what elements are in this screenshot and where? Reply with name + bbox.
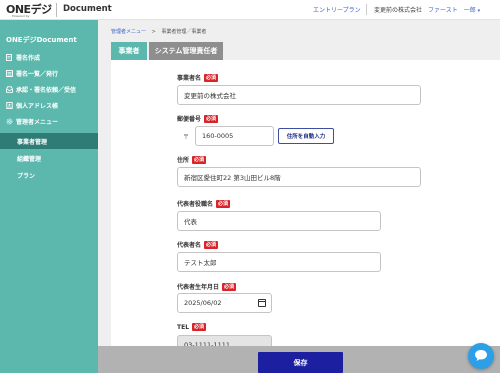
postal-code-input[interactable]: 160-0005	[195, 126, 274, 146]
address-input[interactable]: 新宿区愛住町22 第3山田ビル8階	[177, 167, 421, 187]
sidebar-item-business-management[interactable]: 事業者管理	[0, 133, 98, 149]
main-content: 管理者メニュー > 事業者管理／事業者 事業者 システム管理責任者 事業者名 必…	[98, 20, 500, 373]
sidebar-item-label: 承認・署名依頼／受信	[16, 86, 77, 94]
save-button[interactable]: 保存	[258, 352, 343, 373]
sidebar-item-label: 事業者管理	[17, 138, 48, 146]
breadcrumb-current: 事業者管理／事業者	[161, 29, 207, 35]
calendar-icon[interactable]	[258, 299, 266, 307]
required-badge: 必須	[216, 199, 231, 208]
postal-mark-icon: 〒	[182, 133, 189, 141]
inbox-icon	[6, 85, 13, 93]
sidebar-title: ONEデジDocument	[6, 36, 77, 44]
rep-title-label: 代表者役職名 必須	[177, 199, 231, 208]
gear-icon	[6, 118, 13, 125]
breadcrumb-separator: >	[151, 29, 156, 35]
address-book-icon	[6, 101, 13, 109]
tab-business[interactable]: 事業者	[111, 42, 147, 60]
sidebar-item-label: 管理者メニュー	[16, 118, 59, 126]
breadcrumb-admin-menu-link[interactable]: 管理者メニュー	[111, 29, 146, 35]
autofill-address-button[interactable]: 住所を自動入力	[278, 128, 334, 144]
field-label: TEL	[177, 323, 190, 331]
required-badge: 必須	[192, 155, 207, 164]
sidebar: ONEデジDocument 署名作成 署名一覧／発行 承認・署名依頼／受信 個人…	[0, 20, 98, 373]
business-name-label: 事業者名 必須	[177, 73, 219, 82]
footer-bar: 保存	[98, 346, 500, 373]
field-label: 代表者生年月日	[177, 284, 220, 291]
sidebar-item-organization-management[interactable]: 組織管理	[0, 150, 98, 166]
user-name: ファースト 一郎	[428, 7, 476, 14]
breadcrumb: 管理者メニュー > 事業者管理／事業者	[111, 28, 206, 35]
rep-birthdate-label: 代表者生年月日 必須	[177, 282, 237, 291]
app-title: Document	[63, 4, 112, 14]
top-bar: ONEデジ Powered by Document エントリープラン 変更前の株…	[0, 0, 500, 20]
header-divider	[366, 4, 367, 15]
sidebar-item-label: 署名作成	[16, 54, 41, 62]
chat-support-button[interactable]	[468, 343, 494, 369]
tab-system-admin[interactable]: システム管理責任者	[149, 42, 223, 60]
logo-tagline: Powered by	[12, 14, 30, 18]
app-logo[interactable]: ONEデジ Powered by	[6, 1, 54, 19]
sidebar-item-create-signature[interactable]: 署名作成	[0, 49, 98, 65]
sidebar-item-signature-list[interactable]: 署名一覧／発行	[0, 65, 98, 81]
business-name-input[interactable]: 変更前の株式会社	[177, 85, 421, 105]
address-label: 住所 必須	[177, 155, 207, 164]
rep-name-label: 代表者名 必須	[177, 240, 219, 249]
sidebar-item-plan[interactable]: プラン	[0, 167, 98, 183]
field-label: 事業者名	[177, 75, 202, 82]
sidebar-item-label: 組織管理	[17, 155, 42, 163]
sidebar-item-approval-requests[interactable]: 承認・署名依頼／受信	[0, 81, 98, 97]
chat-bubble-icon	[474, 347, 488, 366]
field-label: 住所	[177, 157, 190, 164]
field-label: 代表者役職名	[177, 201, 214, 208]
postal-code-label: 郵便番号 必須	[177, 114, 219, 123]
field-label: 郵便番号	[177, 116, 202, 123]
sidebar-item-label: 個人アドレス帳	[16, 102, 59, 110]
user-menu[interactable]: ファースト 一郎 ▾	[428, 5, 480, 14]
brand-divider	[56, 3, 57, 17]
sidebar-item-admin-menu[interactable]: 管理者メニュー	[0, 113, 98, 129]
rep-name-input[interactable]: テスト太郎	[177, 252, 381, 272]
sidebar-item-address-book[interactable]: 個人アドレス帳	[0, 97, 98, 113]
tel-label: TEL 必須	[177, 323, 207, 331]
document-list-icon	[6, 69, 13, 77]
form-panel: 事業者名 必須 変更前の株式会社 郵便番号 必須 〒 160-0005 住所を自…	[111, 60, 500, 373]
field-label: 代表者名	[177, 242, 202, 249]
sidebar-item-label: プラン	[17, 172, 36, 180]
rep-title-input[interactable]: 代表	[177, 211, 381, 231]
sidebar-item-label: 署名一覧／発行	[16, 70, 59, 78]
rep-birthdate-input[interactable]: 2025/06/02	[177, 293, 272, 313]
date-value: 2025/06/02	[184, 299, 222, 307]
required-badge: 必須	[204, 240, 219, 249]
chevron-down-icon: ▾	[477, 8, 481, 14]
required-badge: 必須	[204, 114, 219, 123]
document-edit-icon	[6, 53, 13, 61]
required-badge: 必須	[192, 323, 207, 331]
company-name: 変更前の株式会社	[374, 7, 423, 14]
entry-plan-link[interactable]: エントリープラン	[313, 5, 361, 14]
required-badge: 必須	[222, 282, 237, 291]
required-badge: 必須	[204, 73, 219, 82]
